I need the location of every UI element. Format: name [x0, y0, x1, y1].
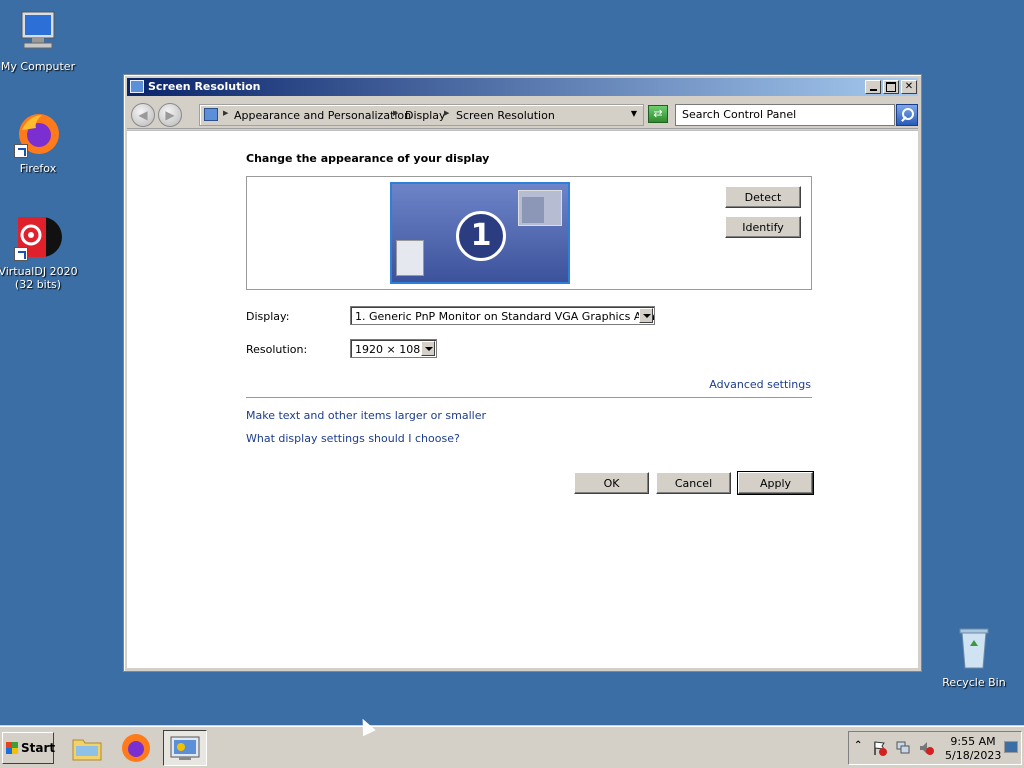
resolution-select-value: 1920 × 1080: [355, 343, 428, 356]
search-button[interactable]: [896, 104, 918, 126]
help-link[interactable]: What display settings should I choose?: [246, 432, 460, 445]
breadcrumb-arrow-icon[interactable]: ▶: [393, 109, 398, 117]
desktop-icon-label: VirtualDJ 2020 (32 bits): [0, 265, 78, 291]
navigation-bar: ◀ ▶ ▶ Appearance and Personalization ▶ D…: [127, 99, 918, 129]
firefox-icon: [122, 734, 150, 762]
desktop-icon-firefox[interactable]: Firefox: [0, 110, 78, 175]
cancel-button[interactable]: Cancel: [656, 472, 731, 494]
breadcrumb-screen-resolution[interactable]: Screen Resolution: [456, 109, 555, 122]
forward-button[interactable]: ▶: [158, 103, 182, 127]
minimize-button[interactable]: [865, 80, 881, 94]
title-bar[interactable]: Screen Resolution ✕: [127, 78, 918, 96]
screen-resolution-window: Screen Resolution ✕ ◀ ▶ ▶ Appearance and…: [123, 74, 922, 672]
maximize-button[interactable]: [883, 80, 899, 94]
volume-muted-icon[interactable]: [918, 740, 934, 756]
window-thumbnail-icon: [518, 190, 562, 226]
folder-icon: [72, 739, 102, 761]
control-panel-icon: [204, 108, 218, 121]
clock[interactable]: 9:55 AM 5/18/2023: [945, 735, 1001, 763]
advanced-settings-link[interactable]: Advanced settings: [709, 378, 811, 391]
display-select[interactable]: 1. Generic PnP Monitor on Standard VGA G…: [350, 306, 655, 325]
resolution-select[interactable]: 1920 × 1080: [350, 339, 437, 358]
taskbar-firefox[interactable]: [114, 730, 158, 766]
desktop-icon-my-computer[interactable]: My Computer: [0, 8, 78, 73]
display-settings-icon: [130, 80, 144, 93]
system-tray: ⌃ 9:55 AM 5/18/2023: [848, 731, 1022, 765]
detect-button[interactable]: Detect: [725, 186, 801, 208]
taskbar: Start ⌃ 9:55 AM 5/18/2023: [0, 726, 1024, 768]
clock-date: 5/18/2023: [945, 749, 1002, 762]
resolution-label: Resolution:: [246, 343, 308, 356]
apply-button[interactable]: Apply: [737, 471, 814, 495]
text-size-link[interactable]: Make text and other items larger or smal…: [246, 409, 486, 422]
refresh-icon: ⇄: [653, 107, 663, 120]
display-select-value: 1. Generic PnP Monitor on Standard VGA G…: [355, 310, 655, 323]
desktop-icon-label: My Computer: [0, 60, 76, 73]
window-thumbnail-icon: [396, 240, 424, 276]
identify-button[interactable]: Identify: [725, 216, 801, 238]
breadcrumb-arrow-icon[interactable]: ▶: [223, 109, 228, 117]
start-label: Start: [21, 741, 56, 755]
chevron-down-icon[interactable]: [639, 308, 653, 323]
taskbar-screen-resolution[interactable]: [163, 730, 207, 766]
firefox-icon: [14, 110, 62, 158]
display-label: Display:: [246, 310, 290, 323]
address-bar[interactable]: ▶ Appearance and Personalization ▶ Displ…: [199, 104, 644, 126]
divider: [246, 397, 812, 398]
action-center-flag-icon[interactable]: [872, 740, 888, 756]
breadcrumb-appearance[interactable]: Appearance and Personalization: [234, 109, 411, 122]
virtualdj-icon: [14, 213, 62, 261]
computer-icon: [14, 8, 62, 56]
page-title: Change the appearance of your display: [246, 152, 490, 165]
back-button[interactable]: ◀: [131, 103, 155, 127]
content-pane: Change the appearance of your display 1 …: [127, 130, 918, 668]
back-arrow-icon: ◀: [138, 108, 148, 122]
display-preview: 1 Detect Identify: [246, 176, 812, 290]
desktop-icon-virtualdj[interactable]: VirtualDJ 2020 (32 bits): [0, 213, 78, 291]
desktop-icon-recycle-bin[interactable]: Recycle Bin: [934, 624, 1014, 689]
shortcut-arrow-icon: [14, 247, 28, 261]
close-button[interactable]: ✕: [901, 80, 917, 94]
taskbar-explorer[interactable]: [65, 730, 109, 766]
shortcut-arrow-icon: [14, 144, 28, 158]
display-settings-icon: [170, 736, 200, 760]
show-hidden-icons-icon[interactable]: ⌃: [854, 740, 862, 751]
chevron-down-icon[interactable]: [421, 341, 435, 356]
monitor-1-preview[interactable]: 1: [390, 182, 570, 284]
recycle-bin-icon: [950, 624, 998, 672]
ok-button[interactable]: OK: [574, 472, 649, 494]
desktop-icon-label: Firefox: [19, 162, 57, 175]
window-title: Screen Resolution: [148, 80, 261, 93]
search-input[interactable]: Search Control Panel: [675, 104, 895, 126]
windows-logo-icon: [6, 742, 18, 754]
refresh-button[interactable]: ⇄: [648, 105, 668, 123]
breadcrumb-arrow-icon[interactable]: ▶: [444, 109, 449, 117]
show-desktop-button[interactable]: [1004, 741, 1018, 753]
desktop-icon-label: Recycle Bin: [942, 676, 1006, 689]
monitor-number-badge: 1: [456, 211, 506, 261]
network-icon[interactable]: [895, 740, 911, 756]
start-button[interactable]: Start: [2, 732, 56, 764]
address-dropdown-icon[interactable]: ▼: [631, 109, 637, 118]
breadcrumb-display[interactable]: Display: [405, 109, 446, 122]
forward-arrow-icon: ▶: [165, 108, 175, 122]
clock-time: 9:55 AM: [950, 735, 996, 748]
